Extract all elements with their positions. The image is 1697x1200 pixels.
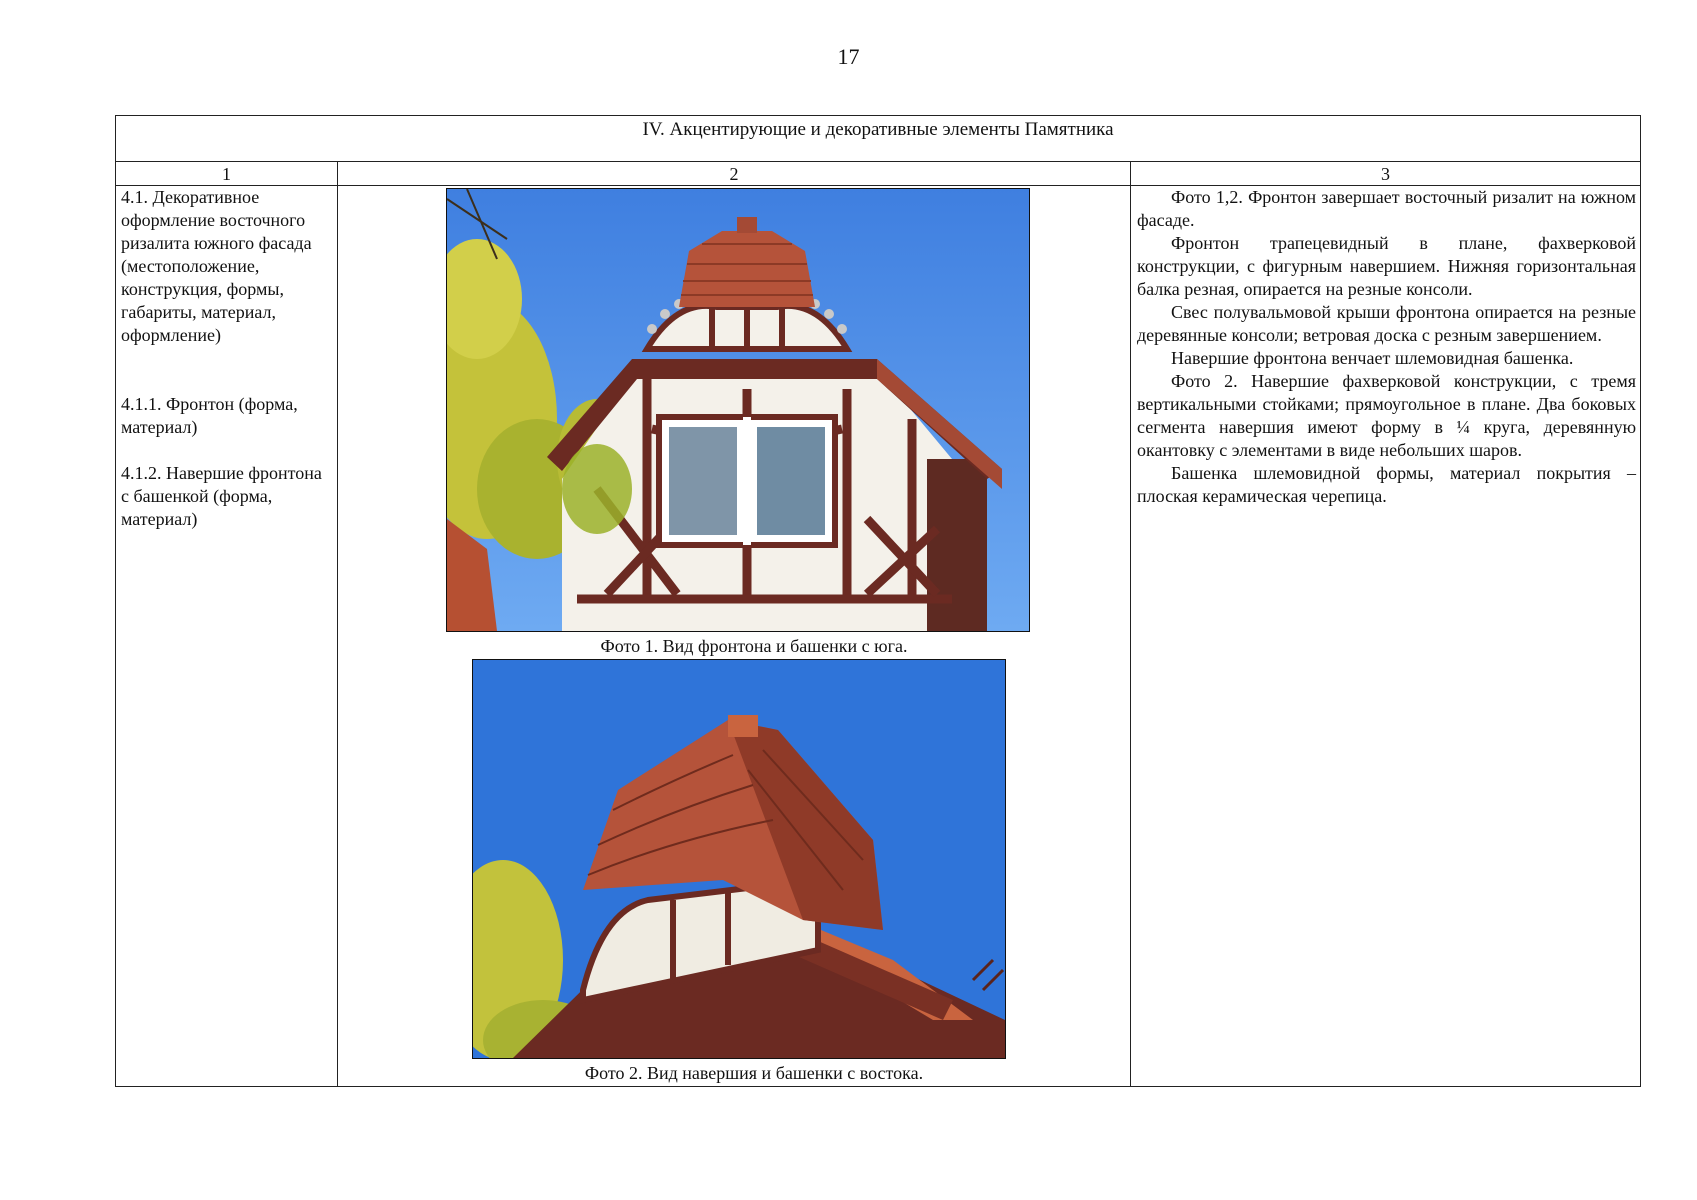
item-4-1-2: 4.1.2. Навершие фронтона с башенкой (фор… [121, 463, 322, 529]
photo-1-caption: Фото 1. Вид фронтона и башенки с юга. [600, 636, 908, 656]
photo-2-crown-tower [472, 659, 1006, 1059]
photo-2-caption: Фото 2. Вид навершия и башенки с востока… [584, 1063, 924, 1083]
element-names-cell: 4.1. Декоративное оформление восточного … [115, 185, 338, 1087]
description-paragraph: Фото 2. Навершие фахверковой конструкции… [1137, 371, 1637, 460]
column-header-2: 2 [337, 161, 1131, 186]
description-paragraph: Свес полувальмовой крыши фронтона опирае… [1137, 302, 1637, 345]
column-header-1: 1 [115, 161, 338, 186]
description-paragraph: Фото 1,2. Фронтон завершает восточный ри… [1137, 187, 1637, 230]
item-4-1: 4.1. Декоративное оформление восточного … [121, 187, 312, 345]
section-title: IV. Акцентирующие и декоративные элемент… [114, 115, 1642, 162]
element-table: IV. Акцентирующие и декоративные элемент… [114, 115, 1642, 1087]
item-4-1-1: 4.1.1. Фронтон (форма, материал) [121, 394, 298, 437]
description-paragraph: Фронтон трапецевидный в плане, фахверков… [1137, 233, 1637, 299]
column-header-3: 3 [1129, 161, 1642, 186]
description-paragraph: Башенка шлемовидной формы, материал покр… [1137, 463, 1637, 506]
photo-1-gable [446, 188, 1030, 632]
description-paragraph: Навершие фронтона венчает шлемовидная ба… [1171, 348, 1574, 368]
photos-cell: Фото 1. Вид фронтона и башенки с юга. Фо… [337, 185, 1131, 1087]
page-number: 17 [837, 44, 860, 69]
description-cell: Фото 1,2. Фронтон завершает восточный ри… [1129, 185, 1642, 1087]
